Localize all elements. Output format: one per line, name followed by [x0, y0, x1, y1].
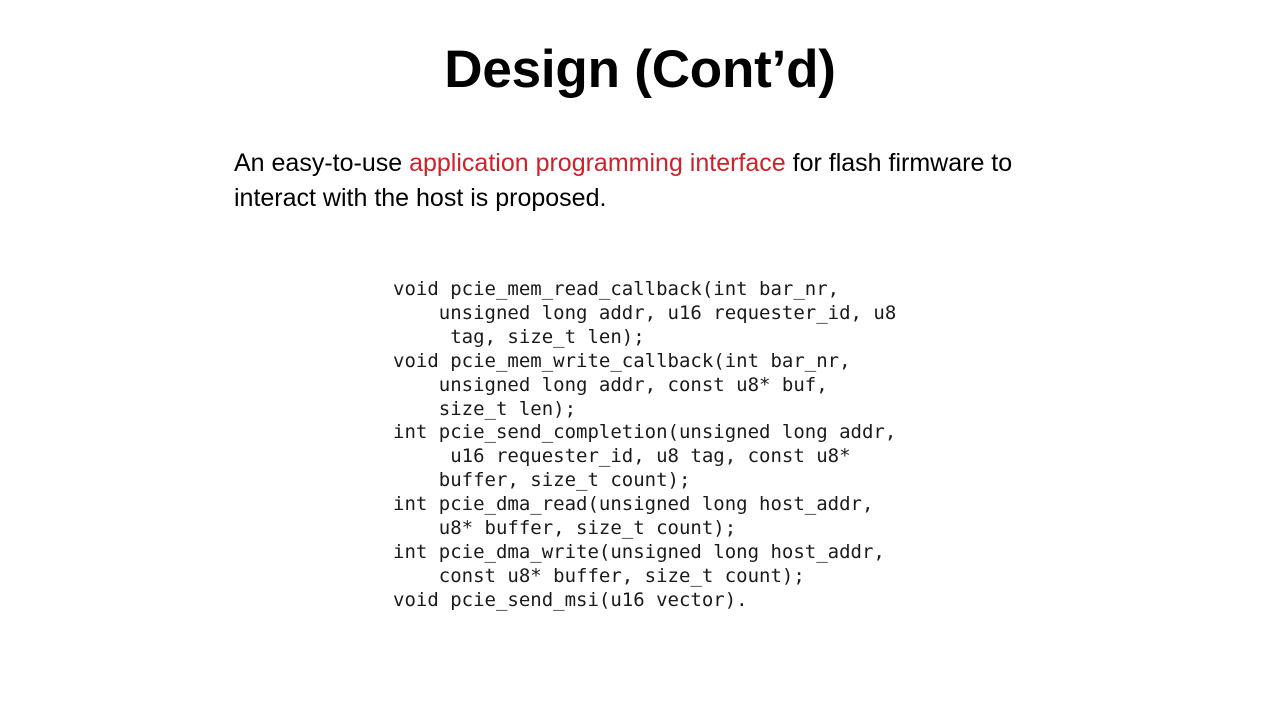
code-line: int pcie_dma_write(unsigned long host_ad… [393, 540, 885, 563]
code-line: unsigned long addr, u16 requester_id, u8 [393, 301, 897, 324]
code-line: u8* buffer, size_t count); [393, 517, 737, 540]
body-paragraph: An easy-to-use application programming i… [234, 146, 1024, 216]
code-line: unsigned long addr, const u8* buf, [393, 373, 828, 396]
code-line: tag, size_t len); [393, 325, 645, 348]
slide-canvas: Design (Cont’d) An easy-to-use applicati… [0, 0, 1280, 720]
code-line: size_t len); [393, 397, 577, 420]
code-line: void pcie_mem_read_callback(int bar_nr, [393, 278, 840, 300]
code-line: u16 requester_id, u8 tag, const u8* [393, 445, 851, 468]
code-line: const u8* buffer, size_t count); [393, 564, 805, 587]
body-text-highlight: application programming interface [409, 149, 786, 177]
code-line: buffer, size_t count); [393, 469, 691, 492]
code-line: void pcie_mem_write_callback(int bar_nr, [393, 349, 851, 372]
api-code-block: void pcie_mem_read_callback(int bar_nr, … [393, 278, 933, 613]
code-line: int pcie_send_completion(unsigned long a… [393, 421, 897, 444]
page-title: Design (Cont’d) [444, 40, 836, 99]
code-line: void pcie_send_msi(u16 vector). [393, 588, 748, 611]
body-text-segment-1: An easy-to-use [234, 149, 410, 177]
code-line: int pcie_dma_read(unsigned long host_add… [393, 493, 874, 516]
